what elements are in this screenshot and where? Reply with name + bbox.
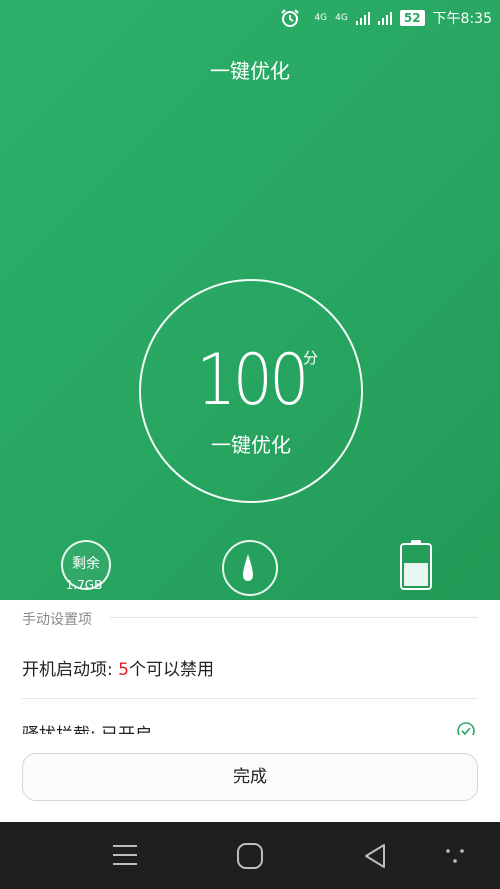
score-value: 100 [196, 339, 309, 421]
status-bar: 4G 4G 52 下午8:35 [0, 0, 500, 36]
startup-label: 开机启动项: [22, 660, 119, 680]
section-title: 手动设置项 [22, 612, 92, 628]
stats-row: 剩余 1.7GB [0, 535, 500, 600]
optimize-label: 一键优化 [211, 433, 291, 457]
status-icons: 4G 4G 52 下午8:35 [280, 8, 492, 28]
startup-items-row[interactable]: 开机启动项: 5个可以禁用 [22, 655, 214, 680]
manual-settings-panel: 手动设置项 开机启动项: 5个可以禁用 骚扰拦截: 已开启 完成 [0, 600, 500, 822]
back-icon[interactable] [362, 842, 388, 870]
score-unit: 分 [303, 349, 319, 367]
harass-label: 骚扰拦截: 已开启 [22, 725, 152, 734]
menu-icon[interactable] [112, 844, 138, 866]
harass-block-row[interactable]: 骚扰拦截: 已开启 [22, 720, 152, 734]
startup-suffix: 个可以禁用 [128, 660, 214, 680]
battery-indicator: 52 [399, 10, 425, 26]
navigation-bar [0, 822, 500, 889]
page-title: 一键优化 [210, 59, 290, 83]
speed-icon[interactable] [222, 540, 278, 596]
screen: 4G 4G 52 下午8:35 一键优化 100 分 一键优化 剩余 1.7GB [0, 0, 500, 889]
status-time: 下午8:35 [432, 11, 492, 27]
optimize-circle-button[interactable]: 100 分 一键优化 [139, 279, 363, 503]
battery-icon [400, 540, 432, 590]
signal-icon [355, 11, 370, 25]
signal-icon-2 [377, 11, 392, 25]
startup-count: 5 [118, 660, 129, 680]
check-icon [456, 721, 476, 735]
dots-icon[interactable] [443, 846, 469, 866]
network-label-2: 4G [335, 12, 348, 23]
section-divider [110, 617, 478, 618]
row-divider [22, 698, 478, 699]
remaining-value: 1.7GB [65, 578, 103, 592]
battery-status-icon[interactable] [399, 539, 433, 591]
network-label-1: 4G [314, 12, 328, 23]
home-icon[interactable] [236, 842, 264, 870]
remaining-label: 剩余 [72, 556, 100, 572]
alarm-icon [281, 9, 300, 27]
done-button[interactable]: 完成 [22, 753, 478, 801]
drop-icon [243, 554, 253, 581]
